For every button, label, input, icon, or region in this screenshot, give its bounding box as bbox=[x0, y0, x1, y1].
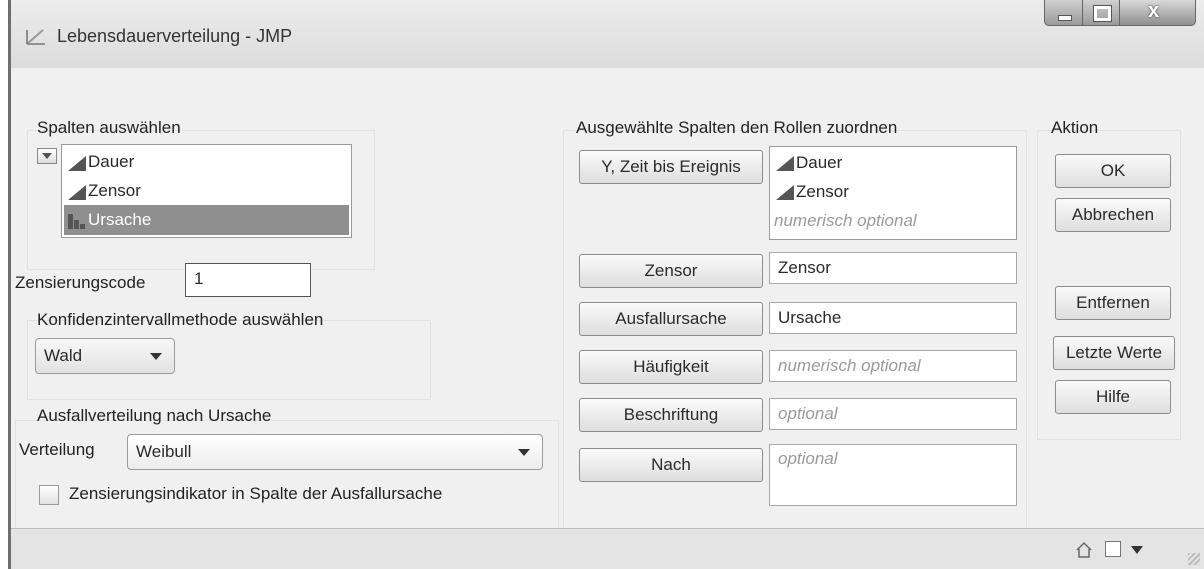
select-columns-label: Spalten auswählen bbox=[37, 118, 181, 137]
ci-method-label: Konfidenzintervallmethode auswählen bbox=[37, 310, 324, 329]
dialog-content: Spalten auswählen Dauer Zensor Ursache Z… bbox=[11, 68, 1204, 530]
resize-grip-icon[interactable] bbox=[1188, 553, 1200, 565]
role-item-label: Zensor bbox=[796, 182, 849, 201]
continuous-icon bbox=[68, 185, 86, 200]
by-button[interactable]: Nach bbox=[579, 448, 763, 482]
distribution-value: Weibull bbox=[136, 442, 192, 461]
y-role-list[interactable]: Dauer Zensor numerisch optional bbox=[769, 146, 1017, 240]
column-item-label: Zensor bbox=[88, 181, 141, 200]
list-item[interactable]: Zensor bbox=[64, 176, 349, 206]
close-icon[interactable]: x bbox=[1120, 0, 1196, 26]
title-bar: Lebensdauerverteilung - JMP x bbox=[11, 0, 1204, 68]
y-time-to-event-button[interactable]: Y, Zeit bis Ereignis bbox=[579, 150, 763, 184]
list-item[interactable]: Ursache bbox=[64, 205, 349, 235]
chevron-down-icon bbox=[518, 449, 530, 456]
nominal-icon bbox=[68, 214, 86, 229]
action-label: Aktion bbox=[1051, 118, 1099, 137]
window-controls: x bbox=[1044, 0, 1198, 30]
dialog-window: Lebensdauerverteilung - JMP x Spalten au… bbox=[8, 0, 1204, 569]
censor-indicator-label: Zensierungsindikator in Spalte der Ausfa… bbox=[69, 484, 443, 503]
label-button[interactable]: Beschriftung bbox=[579, 398, 763, 432]
maximize-icon[interactable] bbox=[1083, 0, 1120, 26]
failure-distribution-label: Ausfallverteilung nach Ursache bbox=[37, 406, 272, 425]
chevron-down-icon bbox=[150, 353, 162, 360]
help-button[interactable]: Hilfe bbox=[1055, 380, 1171, 414]
list-item[interactable]: Dauer bbox=[64, 147, 349, 177]
ci-method-value: Wald bbox=[44, 346, 83, 365]
remove-button[interactable]: Entfernen bbox=[1055, 286, 1171, 320]
cancel-button[interactable]: Abbrechen bbox=[1055, 198, 1171, 232]
recall-button[interactable]: Letzte Werte bbox=[1053, 336, 1175, 370]
status-bar bbox=[11, 528, 1204, 569]
continuous-icon bbox=[776, 185, 794, 200]
frequency-field[interactable]: numerisch optional bbox=[769, 350, 1017, 382]
window-title: Lebensdauerverteilung - JMP bbox=[57, 26, 293, 46]
role-item-label: Dauer bbox=[796, 153, 843, 172]
column-filter-dropdown-icon[interactable] bbox=[37, 148, 57, 164]
column-item-label: Dauer bbox=[88, 152, 135, 171]
column-item-label: Ursache bbox=[88, 210, 152, 229]
roles-label: Ausgewählte Spalten den Rollen zuordnen bbox=[576, 118, 898, 137]
failure-cause-field[interactable]: Ursache bbox=[769, 302, 1017, 334]
list-item[interactable]: Dauer bbox=[772, 149, 1014, 177]
y-role-placeholder: numerisch optional bbox=[774, 211, 917, 230]
distribution-label: Verteilung bbox=[19, 440, 95, 459]
list-item[interactable]: Zensor bbox=[772, 178, 1014, 206]
censor-indicator-checkbox[interactable] bbox=[39, 485, 59, 505]
label-field[interactable]: optional bbox=[769, 398, 1017, 430]
distribution-select[interactable]: Weibull bbox=[127, 434, 543, 470]
failure-cause-button[interactable]: Ausfallursache bbox=[579, 302, 763, 336]
frequency-button[interactable]: Häufigkeit bbox=[579, 350, 763, 384]
ci-method-select[interactable]: Wald bbox=[35, 338, 175, 374]
window-icon[interactable] bbox=[1105, 541, 1121, 557]
censor-code-input[interactable]: 1 bbox=[185, 263, 311, 297]
censor-code-label: Zensierungscode bbox=[15, 273, 146, 292]
censor-role-button[interactable]: Zensor bbox=[579, 254, 763, 288]
minimize-icon[interactable] bbox=[1044, 0, 1083, 26]
jmp-app-icon bbox=[26, 29, 45, 45]
continuous-icon bbox=[776, 156, 794, 171]
continuous-icon bbox=[68, 156, 86, 171]
censor-role-field[interactable]: Zensor bbox=[769, 252, 1017, 284]
column-list[interactable]: Dauer Zensor Ursache bbox=[61, 144, 352, 238]
home-icon[interactable] bbox=[1075, 541, 1093, 559]
ok-button[interactable]: OK bbox=[1055, 154, 1171, 188]
menu-caret-icon[interactable] bbox=[1131, 546, 1143, 554]
by-field[interactable]: optional bbox=[769, 444, 1017, 506]
